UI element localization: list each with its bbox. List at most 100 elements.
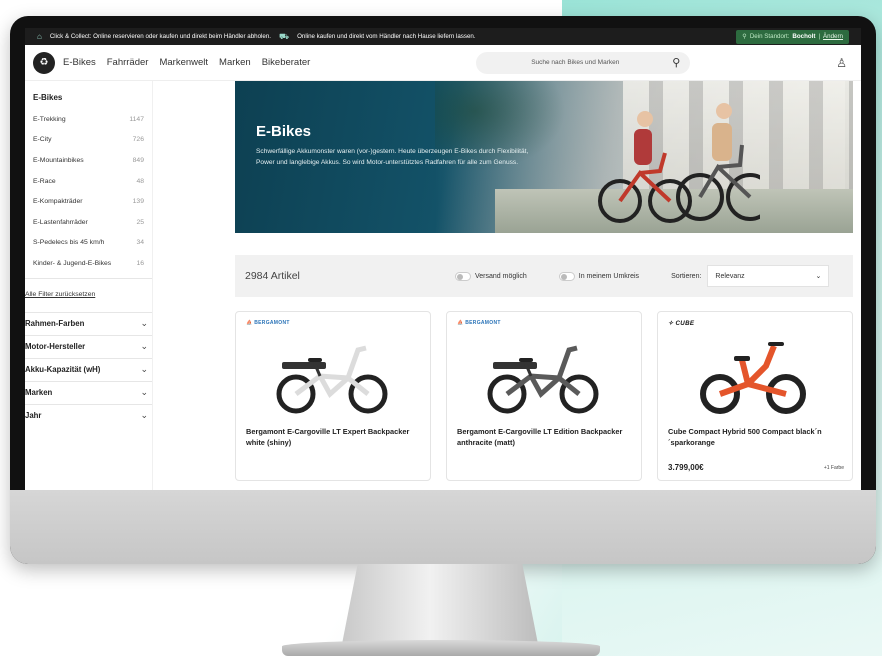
sidebar-item-count: 16 — [136, 259, 144, 267]
product-price: 3.799,00€ — [668, 463, 704, 472]
sidebar-item[interactable]: E-Race 48 — [25, 171, 152, 192]
brand-name: BERGAMONT — [254, 320, 290, 326]
content-area: E-Bikes E-Trekking 1147 E-City 726 E-Mountai… — [25, 81, 861, 490]
chevron-down-icon: ⌄ — [140, 341, 148, 352]
sidebar-item-label: E-Trekking — [33, 115, 66, 123]
filter-label: Rahmen-Farben — [25, 319, 85, 329]
sidebar-item[interactable]: E-Lastenfahrräder 25 — [25, 212, 152, 233]
sidebar-item-label: E-City — [33, 136, 52, 144]
hero-banner: E-Bikes Schwerfällige Akkumonster waren … — [235, 81, 853, 233]
delivery-text: Online kaufen und direkt vom Händler nac… — [297, 33, 476, 40]
product-name[interactable]: Bergamont E-Cargoville LT Expert Backpac… — [246, 426, 424, 448]
shipping-toggle-label: Versand möglich — [475, 272, 527, 280]
product-name[interactable]: Cube Compact Hybrid 500 Compact black´n … — [668, 426, 846, 448]
sidebar-item-label: E-Lastenfahrräder — [33, 218, 88, 226]
top-info-bar: ⌂ Click & Collect: Online reservieren od… — [25, 28, 861, 45]
product-card[interactable]: ⛵ BERGAMONT Bergamont E-Cargoville LT Ex… — [235, 311, 431, 481]
sidebar-item-count: 1147 — [129, 115, 144, 123]
click-collect-text: Click & Collect: Online reservieren oder… — [49, 33, 271, 40]
bike-logo-icon[interactable]: ♻ — [33, 51, 55, 74]
results-toolbar: 2984 Artikel Versand möglich In meinem U… — [235, 255, 853, 297]
product-image — [487, 345, 599, 414]
chevron-down-icon: ⌄ — [140, 318, 148, 329]
brand-logo: ⛵ BERGAMONT — [457, 320, 631, 326]
filter-label: Motor-Hersteller — [25, 342, 86, 352]
location-separator: | — [818, 33, 821, 40]
product-image — [700, 342, 806, 414]
filter-accordion[interactable]: Marken ⌄ — [25, 380, 152, 404]
filter-accordion[interactable]: Jahr ⌄ — [25, 403, 152, 427]
cyclists-image — [598, 103, 760, 223]
brand-name: BERGAMONT — [465, 320, 501, 326]
screen: ⌂ Click & Collect: Online reservieren od… — [25, 28, 861, 490]
monitor-chin — [10, 490, 876, 564]
sidebar-item-label: E-Kompakträder — [33, 198, 83, 206]
filter-label: Jahr — [25, 411, 42, 421]
category-list: E-Trekking 1147 E-City 726 E-Mountainbikes 84… — [25, 109, 152, 274]
brand-logo-icon: ⛵ — [457, 320, 464, 326]
user-icon[interactable]: ♙ — [836, 56, 847, 70]
sidebar-item[interactable]: E-Mountainbikes 849 — [25, 150, 152, 171]
sidebar-item-label: S-Pedelecs bis 45 km/h — [33, 239, 105, 247]
sidebar-item-count: 849 — [132, 156, 144, 164]
sidebar-item-count: 726 — [132, 136, 144, 144]
chevron-down-icon: ⌄ — [140, 364, 148, 375]
sidebar-item[interactable]: Kinder- & Jugend-E-Bikes 16 — [25, 253, 152, 274]
product-color-count[interactable]: +1 Farbe — [824, 465, 844, 471]
sidebar: E-Bikes E-Trekking 1147 E-City 726 E-Mountai… — [25, 81, 153, 490]
main-nav: ♻ E-Bikes Fahrräder Markenwelt Marken Bi… — [25, 45, 861, 81]
sidebar-item[interactable]: E-Trekking 1147 — [25, 109, 152, 130]
product-card[interactable]: ✧ CUBE Cube Compact Hybrid 500 Compact b… — [657, 311, 853, 481]
sidebar-item-label: Kinder- & Jugend-E-Bikes — [33, 259, 112, 267]
nav-link-ebikes[interactable]: E-Bikes — [63, 57, 96, 68]
sidebar-item-count: 48 — [136, 177, 144, 185]
location-prefix: Dein Standort: — [749, 33, 790, 40]
chevron-down-icon: ⌄ — [140, 410, 148, 421]
sidebar-item[interactable]: E-City 726 — [25, 130, 152, 151]
store-icon: ⌂ — [37, 32, 42, 41]
sidebar-item-label: E-Mountainbikes — [33, 156, 84, 164]
reset-filters-link[interactable]: Alle Filter zurücksetzen — [25, 279, 152, 312]
shipping-toggle-group[interactable]: Versand möglich — [455, 271, 527, 281]
location-pin-icon: ⚲ — [742, 33, 747, 40]
nearby-toggle-group[interactable]: In meinem Umkreis — [558, 271, 640, 281]
sidebar-heading: E-Bikes — [33, 93, 63, 102]
main-area: E-Bikes Schwerfällige Akkumonster waren … — [153, 81, 861, 490]
nav-link-marken[interactable]: Marken — [219, 57, 251, 68]
product-name[interactable]: Bergamont E-Cargoville LT Edition Backpa… — [457, 426, 635, 448]
search-input[interactable]: Suche nach Bikes und Marken ⚲ — [476, 51, 691, 74]
product-card[interactable]: ⛵ BERGAMONT Bergamont E-Cargoville LT Ed… — [446, 311, 642, 481]
hero-text: Schwerfällige Akkumonster waren (vor-)ge… — [256, 148, 529, 166]
nearby-toggle-label: In meinem Umkreis — [578, 272, 640, 280]
search-icon[interactable]: ⚲ — [672, 56, 680, 69]
sidebar-item-count: 25 — [136, 218, 144, 226]
nav-link-bikeberater[interactable]: Bikeberater — [262, 57, 311, 68]
filter-label: Akku-Kapazität (wH) — [25, 365, 101, 375]
sidebar-item[interactable]: E-Kompakträder 139 — [25, 191, 152, 212]
sidebar-item[interactable]: S-Pedelecs bis 45 km/h 34 — [25, 233, 152, 254]
monitor-base — [282, 640, 600, 656]
brand-logo-icon: ⛵ — [246, 320, 253, 326]
filter-accordion[interactable]: Akku-Kapazität (wH) ⌄ — [25, 357, 152, 381]
nearby-toggle[interactable] — [558, 271, 575, 281]
sidebar-item-count: 139 — [132, 198, 144, 206]
filter-accordion[interactable]: Rahmen-Farben ⌄ — [25, 311, 152, 335]
nav-link-markenwelt[interactable]: Markenwelt — [159, 57, 208, 68]
brand-logo: ✧ CUBE — [668, 320, 842, 327]
location-change-link[interactable]: Ändern — [823, 33, 843, 40]
nav-link-fahrraeder[interactable]: Fahrräder — [107, 57, 149, 68]
location-box[interactable]: ⚲ Dein Standort: Bocholt | Ändern — [736, 29, 849, 44]
result-count: 2984 Artikel — [245, 270, 300, 282]
sort-select[interactable]: Relevanz ⌄ — [707, 265, 830, 287]
delivery-icon: ⛟ — [279, 31, 290, 41]
filter-label: Marken — [25, 388, 53, 398]
brand-logo: ⛵ BERGAMONT — [246, 320, 420, 326]
shipping-toggle[interactable] — [455, 271, 471, 281]
sort-label: Sortieren: — [671, 272, 702, 280]
chevron-down-icon: ⌄ — [140, 387, 148, 398]
location-city: Bocholt — [792, 33, 816, 40]
sidebar-item-label: E-Race — [33, 177, 56, 185]
filter-accordion[interactable]: Motor-Hersteller ⌄ — [25, 334, 152, 358]
hero-title: E-Bikes — [256, 123, 312, 140]
sidebar-item-count: 34 — [136, 239, 144, 247]
